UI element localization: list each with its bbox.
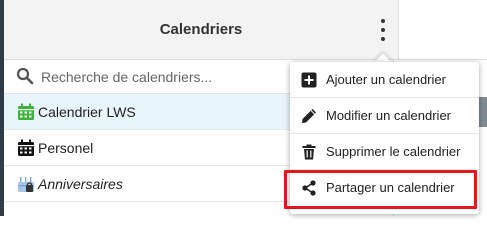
page-title: Calendriers (159, 21, 243, 38)
content-header (398, 0, 487, 60)
calendar-item-label: Personel (38, 140, 94, 156)
menu-item-add-calendar[interactable]: Ajouter un calendrier (290, 62, 479, 98)
menu-item-label: Ajouter un calendrier (326, 72, 446, 87)
more-options-icon[interactable] (376, 19, 390, 41)
highlight-annotation (284, 170, 477, 209)
calendar-icon (18, 139, 34, 156)
menu-item-label: Modifier un calendrier (326, 108, 452, 123)
pencil-icon (302, 109, 316, 123)
calendar-icon (18, 103, 34, 120)
trash-icon (302, 144, 316, 160)
menu-item-label: Supprimer le calendrier (326, 144, 461, 159)
plus-square-icon (301, 72, 317, 88)
calendars-header: Calendriers (4, 0, 398, 60)
calendar-item-label: Calendrier LWS (38, 104, 136, 120)
calendar-item-label: Anniversaires (38, 176, 123, 192)
menu-item-edit-calendar[interactable]: Modifier un calendrier (290, 98, 479, 134)
menu-item-delete-calendar[interactable]: Supprimer le calendrier (290, 134, 479, 170)
birthday-cake-icon (18, 177, 34, 192)
search-icon (16, 67, 34, 85)
